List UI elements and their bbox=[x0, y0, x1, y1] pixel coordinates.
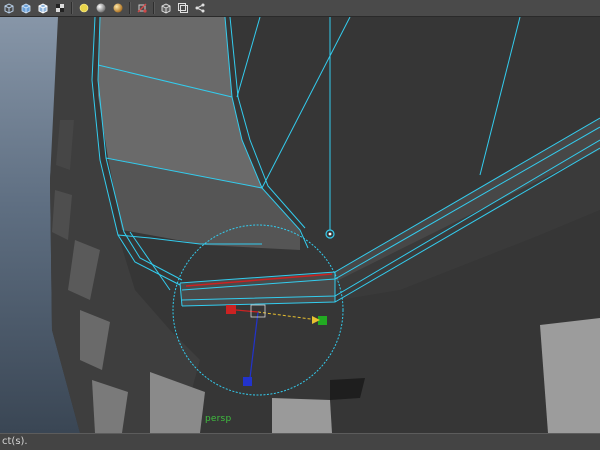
mesh-groove bbox=[272, 398, 332, 433]
scene-render bbox=[50, 17, 600, 433]
perspective-viewport[interactable]: persp bbox=[0, 17, 600, 433]
viewport-toolbar bbox=[0, 0, 600, 17]
camera-gate-icon[interactable] bbox=[176, 1, 190, 15]
smooth-shade-icon[interactable] bbox=[19, 1, 33, 15]
toolbar-separator bbox=[129, 2, 131, 14]
toolbar-separator bbox=[71, 2, 73, 14]
shadows-icon[interactable] bbox=[94, 1, 108, 15]
textured-icon[interactable] bbox=[53, 1, 67, 15]
xray-icon[interactable] bbox=[135, 1, 149, 15]
wireframe-icon[interactable] bbox=[2, 1, 16, 15]
toolbar-separator bbox=[153, 2, 155, 14]
maya-window: persp ct(s). bbox=[0, 0, 600, 450]
isolate-select-icon[interactable] bbox=[159, 1, 173, 15]
lighting-icon[interactable] bbox=[77, 1, 91, 15]
camera-name-label: persp bbox=[205, 414, 232, 424]
ambient-occlusion-icon[interactable] bbox=[111, 1, 125, 15]
mesh-groove bbox=[540, 318, 600, 433]
wireframe-on-shaded-icon[interactable] bbox=[36, 1, 50, 15]
mesh-groove bbox=[330, 378, 365, 400]
snapshot-icon[interactable] bbox=[193, 1, 207, 15]
help-line: ct(s). bbox=[0, 433, 600, 450]
